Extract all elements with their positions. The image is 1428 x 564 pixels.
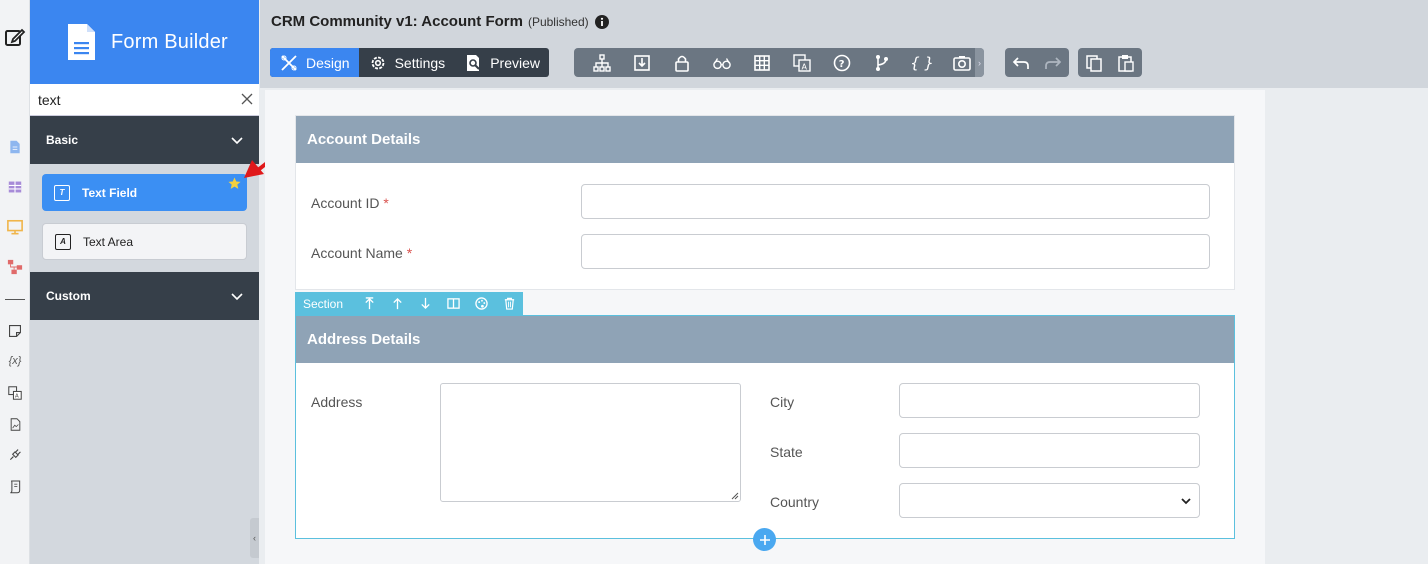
file-image-icon[interactable] <box>6 415 24 433</box>
component-text-field[interactable]: T Text Field <box>42 174 247 211</box>
svg-text:?: ? <box>839 59 845 70</box>
account-id-input[interactable] <box>581 184 1210 219</box>
country-select[interactable] <box>899 483 1200 518</box>
field-label-account-id: Account ID * <box>311 195 389 211</box>
resize-grip-icon[interactable] <box>731 492 739 500</box>
mode-label: Settings <box>394 54 446 71</box>
text-area-icon: A <box>55 233 71 250</box>
translate-icon[interactable]: A <box>782 48 822 77</box>
form-builder-header: Form Builder <box>30 0 259 84</box>
account-name-input[interactable] <box>581 234 1210 269</box>
panel-collapse-handle[interactable]: ‹ <box>250 518 259 558</box>
columns-icon[interactable] <box>439 292 467 315</box>
form-canvas: Account Details Account ID * Account Nam… <box>265 90 1265 564</box>
component-search <box>30 84 259 116</box>
section-header: Address Details <box>296 316 1234 363</box>
preview-icon <box>467 54 480 71</box>
text-field-icon: T <box>54 184 70 201</box>
script-icon[interactable] <box>6 477 24 495</box>
undo-icon[interactable] <box>1005 48 1037 77</box>
form-title: CRM Community v1: Account Form <box>271 13 523 30</box>
clipboard-group <box>1078 48 1142 77</box>
chevron-down-icon <box>1181 498 1191 505</box>
document-icon[interactable] <box>6 138 24 156</box>
monitor-icon[interactable] <box>6 218 24 236</box>
sitemap-icon[interactable] <box>582 48 622 77</box>
top-bar: CRM Community v1: Account Form (Publishe… <box>260 0 1428 88</box>
trash-icon[interactable] <box>495 292 523 315</box>
plus-icon <box>759 534 770 545</box>
component-label: Text Field <box>82 185 138 200</box>
search-input[interactable] <box>38 91 228 108</box>
field-label-state: State <box>770 444 803 460</box>
city-input[interactable] <box>899 383 1200 418</box>
braces-icon[interactable]: { } <box>902 48 942 77</box>
component-label: Text Area <box>83 234 134 249</box>
category-basic[interactable]: Basic <box>30 116 259 164</box>
mode-switcher: Design Settings Preview <box>270 48 549 77</box>
field-label-address: Address <box>311 394 363 410</box>
history-group <box>1005 48 1069 77</box>
lock-icon[interactable] <box>662 48 702 77</box>
move-to-top-icon[interactable] <box>355 292 383 315</box>
glasses-icon[interactable] <box>702 48 742 77</box>
mode-design[interactable]: Design <box>270 48 359 77</box>
state-input[interactable] <box>899 433 1200 468</box>
mode-settings[interactable]: Settings <box>359 48 455 77</box>
designer-toolbar: A ? { } › <box>574 48 984 77</box>
app-title: Form Builder <box>111 30 228 53</box>
edit-icon[interactable] <box>4 26 26 48</box>
section-address-details[interactable]: Address Details Address City State Count… <box>295 315 1235 539</box>
component-panel: Form Builder Basic T Text Field A Text A… <box>30 0 259 564</box>
status-badge: (Published) <box>527 14 589 29</box>
note-icon[interactable] <box>6 322 24 340</box>
section-toolbar-label: Section <box>303 296 344 311</box>
move-up-icon[interactable] <box>383 292 411 315</box>
paste-icon[interactable] <box>1110 48 1142 77</box>
variable-icon[interactable]: {x} <box>6 352 24 370</box>
redo-icon[interactable] <box>1037 48 1069 77</box>
grid-icon[interactable] <box>742 48 782 77</box>
svg-text:A: A <box>802 62 808 71</box>
add-section-button[interactable] <box>753 528 776 551</box>
design-tools-icon <box>281 54 297 71</box>
info-icon[interactable] <box>594 14 609 29</box>
import-icon[interactable] <box>622 48 662 77</box>
svg-text:A: A <box>15 394 19 400</box>
workflow-icon[interactable] <box>6 258 24 276</box>
help-icon[interactable]: ? <box>822 48 862 77</box>
category-label: Custom <box>46 289 91 303</box>
mode-label: Design <box>306 54 350 71</box>
page-title: CRM Community v1: Account Form (Publishe… <box>271 13 609 30</box>
category-custom[interactable]: Custom <box>30 272 259 320</box>
copy-icon[interactable] <box>1078 48 1110 77</box>
gear-icon <box>371 56 384 69</box>
component-text-area[interactable]: A Text Area <box>42 223 247 260</box>
field-label-country: Country <box>770 494 820 510</box>
field-label-city: City <box>770 394 795 410</box>
mode-preview[interactable]: Preview <box>454 48 549 77</box>
clear-search-icon[interactable] <box>241 93 253 105</box>
translate-rail-icon[interactable]: A <box>6 384 24 402</box>
section-account-details[interactable]: Account Details Account ID * Account Nam… <box>295 115 1235 290</box>
move-down-icon[interactable] <box>411 292 439 315</box>
category-label: Basic <box>46 133 79 147</box>
form-document-icon <box>68 24 95 60</box>
palette-icon[interactable] <box>467 292 495 315</box>
chevron-down-icon <box>231 293 243 301</box>
plug-icon[interactable] <box>6 446 24 464</box>
rail-divider <box>5 299 25 300</box>
branch-icon[interactable] <box>862 48 902 77</box>
icon-rail: {x} A <box>0 0 30 564</box>
basic-components: T Text Field A Text Area <box>30 164 259 272</box>
toolbar-more-icon[interactable]: › <box>975 48 984 77</box>
field-label-account-name: Account Name * <box>311 245 413 261</box>
address-textarea[interactable] <box>440 383 741 502</box>
mode-label: Preview <box>490 54 540 71</box>
section-header: Account Details <box>296 116 1234 163</box>
section-toolbar: Section <box>295 292 523 315</box>
table-icon[interactable] <box>6 178 24 196</box>
